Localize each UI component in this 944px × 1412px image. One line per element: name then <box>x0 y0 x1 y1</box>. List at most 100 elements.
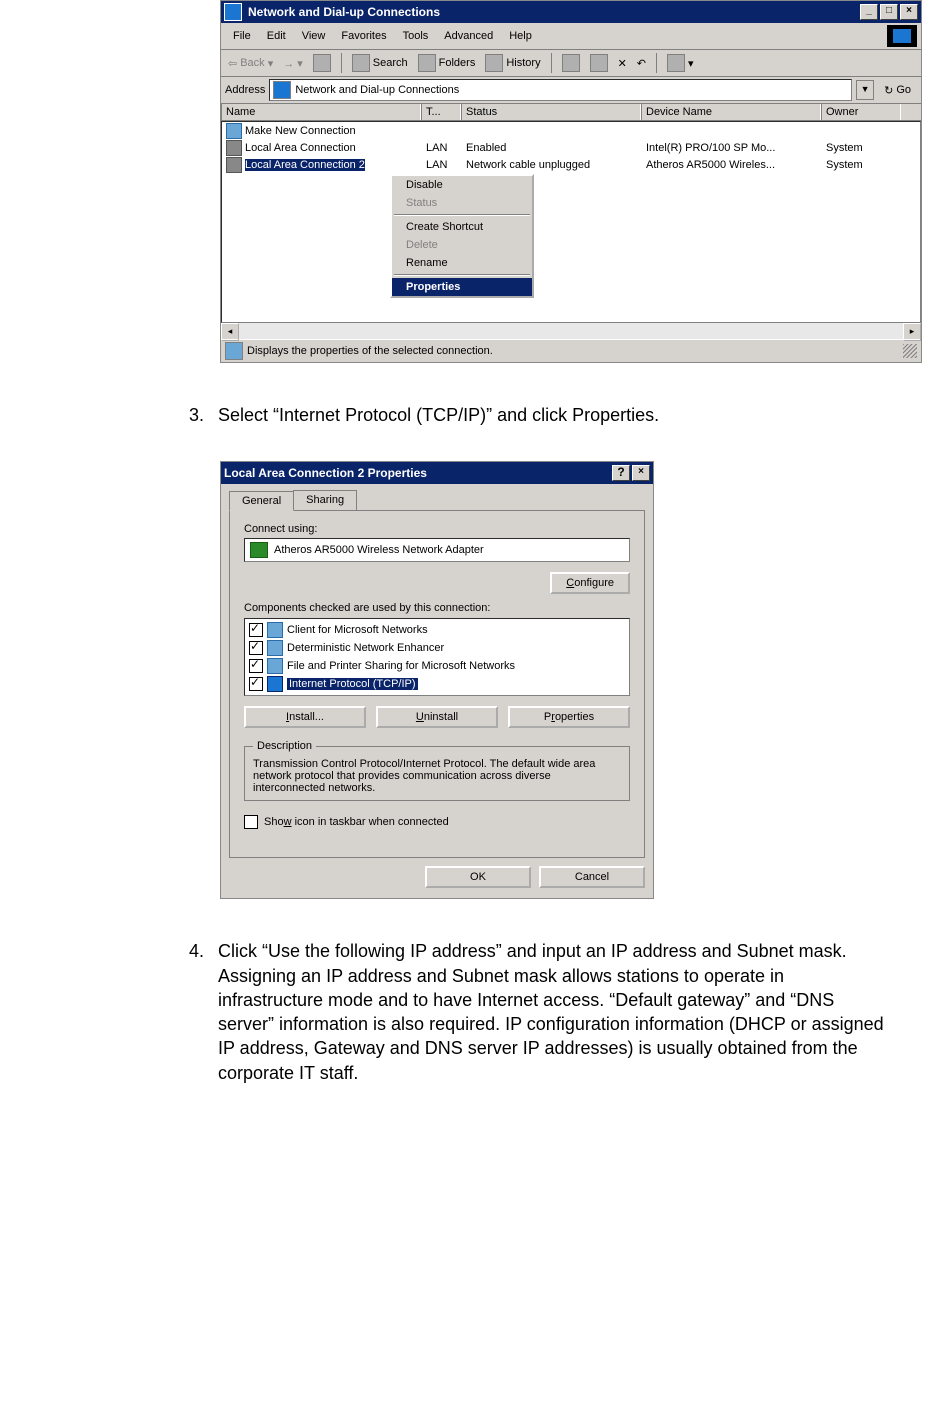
help-button[interactable]: ? <box>612 465 630 481</box>
adapter-field: Atheros AR5000 Wireless Network Adapter <box>244 538 630 562</box>
configure-button[interactable]: Configure <box>550 572 630 594</box>
uninstall-button[interactable]: Uninstall <box>376 706 498 728</box>
go-button[interactable]: ↻Go <box>878 82 917 99</box>
component-item[interactable]: File and Printer Sharing for Microsoft N… <box>247 657 627 675</box>
address-bar: Address Network and Dial-up Connections … <box>221 77 921 104</box>
folders-button[interactable]: Folders <box>415 52 479 74</box>
search-icon <box>352 54 370 72</box>
title-bar[interactable]: Network and Dial-up Connections _ □ × <box>221 1 921 23</box>
checkbox-checked-icon[interactable] <box>249 623 263 637</box>
component-item[interactable]: Deterministic Network Enhancer <box>247 639 627 657</box>
history-icon <box>485 54 503 72</box>
forward-button[interactable]: → ▾ <box>280 55 306 72</box>
menu-tools[interactable]: Tools <box>395 28 437 44</box>
tool-undo-button[interactable]: ↶ <box>634 55 649 72</box>
description-text: Transmission Control Protocol/Internet P… <box>253 758 621 794</box>
menu-view[interactable]: View <box>294 28 334 44</box>
service-icon <box>267 640 283 656</box>
install-button[interactable]: Install... <box>244 706 366 728</box>
col-status[interactable]: Status <box>461 104 641 120</box>
move-icon <box>562 54 580 72</box>
address-dropdown[interactable]: ▼ <box>856 80 874 100</box>
address-icon <box>273 81 291 99</box>
address-value: Network and Dial-up Connections <box>295 84 459 96</box>
components-label: Components checked are used by this conn… <box>244 602 630 614</box>
network-connections-window: Network and Dial-up Connections _ □ × Fi… <box>220 0 922 363</box>
checkbox-unchecked-icon[interactable] <box>244 815 258 829</box>
client-icon <box>267 622 283 638</box>
component-item[interactable]: Client for Microsoft Networks <box>247 621 627 639</box>
col-owner[interactable]: Owner <box>821 104 901 120</box>
col-type[interactable]: T... <box>421 104 461 120</box>
ctx-disable[interactable]: Disable <box>392 176 532 194</box>
status-bar: Displays the properties of the selected … <box>221 339 921 362</box>
history-button[interactable]: History <box>482 52 543 74</box>
tab-general[interactable]: General <box>229 491 294 511</box>
menu-advanced[interactable]: Advanced <box>436 28 501 44</box>
address-input[interactable]: Network and Dial-up Connections <box>269 79 852 101</box>
search-button[interactable]: Search <box>349 52 411 74</box>
connection-properties-dialog: Local Area Connection 2 Properties ? × G… <box>220 461 654 899</box>
ctx-rename[interactable]: Rename <box>392 254 532 272</box>
back-button[interactable]: ⇦ Back ▾ <box>225 55 276 72</box>
ctx-create-shortcut[interactable]: Create Shortcut <box>392 218 532 236</box>
up-button[interactable] <box>310 52 334 74</box>
minimize-button[interactable]: _ <box>860 4 878 20</box>
tab-sharing[interactable]: Sharing <box>293 490 357 510</box>
step-number: 3. <box>180 403 204 427</box>
views-icon <box>667 54 685 72</box>
properties-button[interactable]: Properties <box>508 706 630 728</box>
checkbox-checked-icon[interactable] <box>249 659 263 673</box>
horizontal-scrollbar[interactable]: ◂ ▸ <box>221 323 921 339</box>
tool-move-button[interactable] <box>559 52 583 74</box>
list-item[interactable]: Make New Connection <box>222 122 920 139</box>
instruction-step-4: 4. Click “Use the following IP address” … <box>180 939 884 1085</box>
tool-copy-button[interactable] <box>587 52 611 74</box>
views-button[interactable]: ▾ <box>664 52 697 74</box>
menu-edit[interactable]: Edit <box>259 28 294 44</box>
connect-using-label: Connect using: <box>244 523 630 535</box>
connection-icon <box>226 123 242 139</box>
folder-up-icon <box>313 54 331 72</box>
menu-help[interactable]: Help <box>501 28 540 44</box>
step-text: Click “Use the following IP address” and… <box>218 939 884 1085</box>
maximize-button[interactable]: □ <box>880 4 898 20</box>
description-legend: Description <box>253 740 316 752</box>
component-item[interactable]: Internet Protocol (TCP/IP) <box>247 675 627 693</box>
toolbar: ⇦ Back ▾ → ▾ Search Folders History ✕ ↶ … <box>221 50 921 77</box>
adapter-name: Atheros AR5000 Wireless Network Adapter <box>274 544 484 556</box>
windows-flag-icon <box>887 25 917 47</box>
ctx-properties[interactable]: Properties <box>392 278 532 296</box>
components-list: Client for Microsoft Networks Determinis… <box>244 618 630 696</box>
dialog-buttons: OK Cancel <box>221 866 653 898</box>
resize-grip-icon[interactable] <box>903 344 917 358</box>
close-button[interactable]: × <box>900 4 918 20</box>
list-item[interactable]: Local Area Connection LAN Enabled Intel(… <box>222 139 920 156</box>
statusbar-icon <box>225 342 243 360</box>
menu-file[interactable]: File <box>225 28 259 44</box>
col-device[interactable]: Device Name <box>641 104 821 120</box>
list-body: Make New Connection Local Area Connectio… <box>221 121 921 323</box>
window-title: Network and Dial-up Connections <box>248 5 440 19</box>
list-header: Name T... Status Device Name Owner <box>221 104 921 121</box>
title-bar[interactable]: Local Area Connection 2 Properties ? × <box>221 462 653 484</box>
scroll-left-icon[interactable]: ◂ <box>221 323 239 341</box>
checkbox-checked-icon[interactable] <box>249 641 263 655</box>
ok-button[interactable]: OK <box>425 866 531 888</box>
step-text: Select “Internet Protocol (TCP/IP)” and … <box>218 403 659 427</box>
window-icon <box>224 3 242 21</box>
context-menu: Disable Status Create Shortcut Delete Re… <box>390 174 534 298</box>
col-name[interactable]: Name <box>221 104 421 120</box>
show-icon-checkbox[interactable]: Show icon in taskbar when connected <box>244 815 630 829</box>
close-button[interactable]: × <box>632 465 650 481</box>
menu-favorites[interactable]: Favorites <box>333 28 394 44</box>
checkbox-checked-icon[interactable] <box>249 677 263 691</box>
service-icon <box>267 658 283 674</box>
protocol-icon <box>267 676 283 692</box>
connection-icon <box>226 157 242 173</box>
tab-strip: General Sharing <box>221 484 653 510</box>
list-item[interactable]: Local Area Connection 2 LAN Network cabl… <box>222 156 920 173</box>
scroll-right-icon[interactable]: ▸ <box>903 323 921 341</box>
cancel-button[interactable]: Cancel <box>539 866 645 888</box>
tool-delete-button[interactable]: ✕ <box>615 55 630 72</box>
